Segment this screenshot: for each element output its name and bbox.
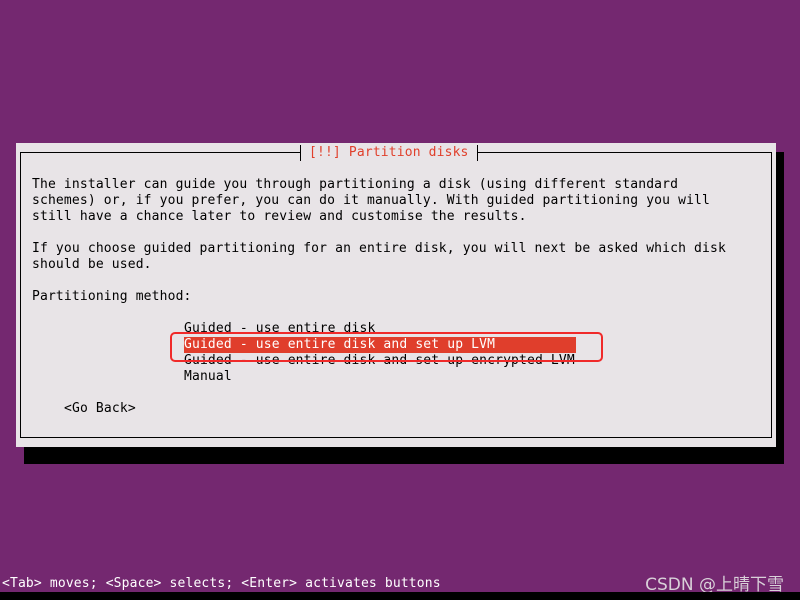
go-back-button[interactable]: <Go Back> — [64, 401, 136, 417]
info-line-2: should be used. — [32, 257, 152, 272]
option-manual[interactable]: Manual — [184, 369, 232, 385]
partition-disks-dialog: [!!] Partition disks The installer can g… — [16, 143, 776, 447]
status-bar: <Tab> moves; <Space> selects; <Enter> ac… — [2, 576, 441, 591]
dialog-title: [!!] Partition disks — [300, 145, 478, 161]
intro-line-3: still have a chance later to review and … — [32, 209, 527, 224]
annotation-highlight-box — [170, 332, 603, 362]
intro-line-2: schemes) or, if you prefer, you can do i… — [32, 193, 711, 208]
method-label: Partitioning method: — [32, 289, 192, 304]
intro-line-1: The installer can guide you through part… — [32, 177, 679, 192]
info-line-1: If you choose guided partitioning for an… — [32, 241, 726, 256]
bottom-bar — [0, 592, 800, 600]
